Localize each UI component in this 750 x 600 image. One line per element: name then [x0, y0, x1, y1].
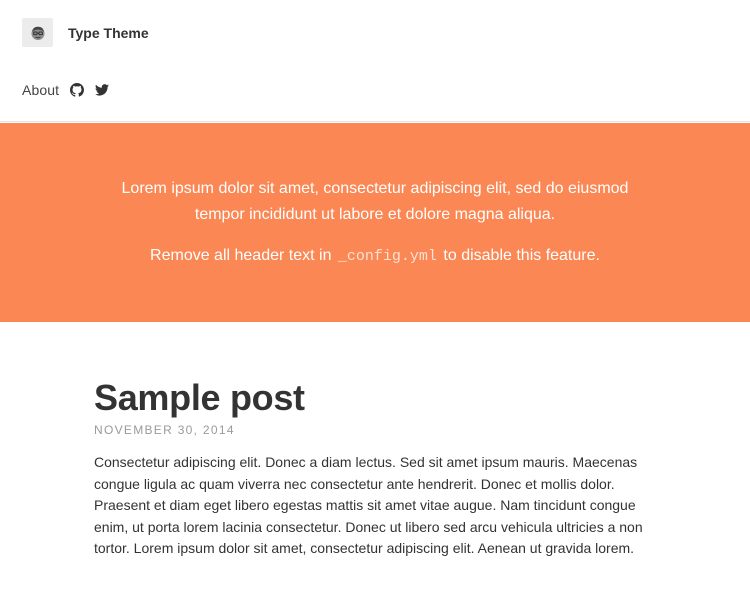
- main-nav: About: [22, 82, 110, 98]
- banner-intro-text: Lorem ipsum dolor sit amet, consectetur …: [121, 180, 629, 223]
- config-filename: _config.yml: [337, 248, 437, 265]
- post-excerpt: Consectetur adipiscing elit. Donec a dia…: [94, 454, 643, 556]
- site-header: Type Theme About: [0, 0, 750, 122]
- avatar-icon: [22, 18, 53, 47]
- github-icon[interactable]: [70, 83, 85, 97]
- banner-config-suffix: to disable this feature.: [443, 247, 600, 264]
- post-title[interactable]: Sample post: [94, 376, 664, 420]
- site-brand-link[interactable]: Type Theme: [22, 18, 149, 47]
- post-article: Sample post NOVEMBER 30, 2014 Consectetu…: [94, 376, 664, 560]
- hero-banner: Lorem ipsum dolor sit amet, consectetur …: [0, 123, 750, 322]
- post-date: NOVEMBER 30, 2014: [94, 423, 235, 437]
- site-title: Type Theme: [68, 24, 149, 41]
- banner-config-prefix: Remove all header text in: [150, 247, 332, 264]
- twitter-icon[interactable]: [95, 83, 110, 97]
- banner-config-text: Remove all header text in _config.yml to…: [0, 243, 750, 270]
- nav-about-link[interactable]: About: [22, 82, 59, 98]
